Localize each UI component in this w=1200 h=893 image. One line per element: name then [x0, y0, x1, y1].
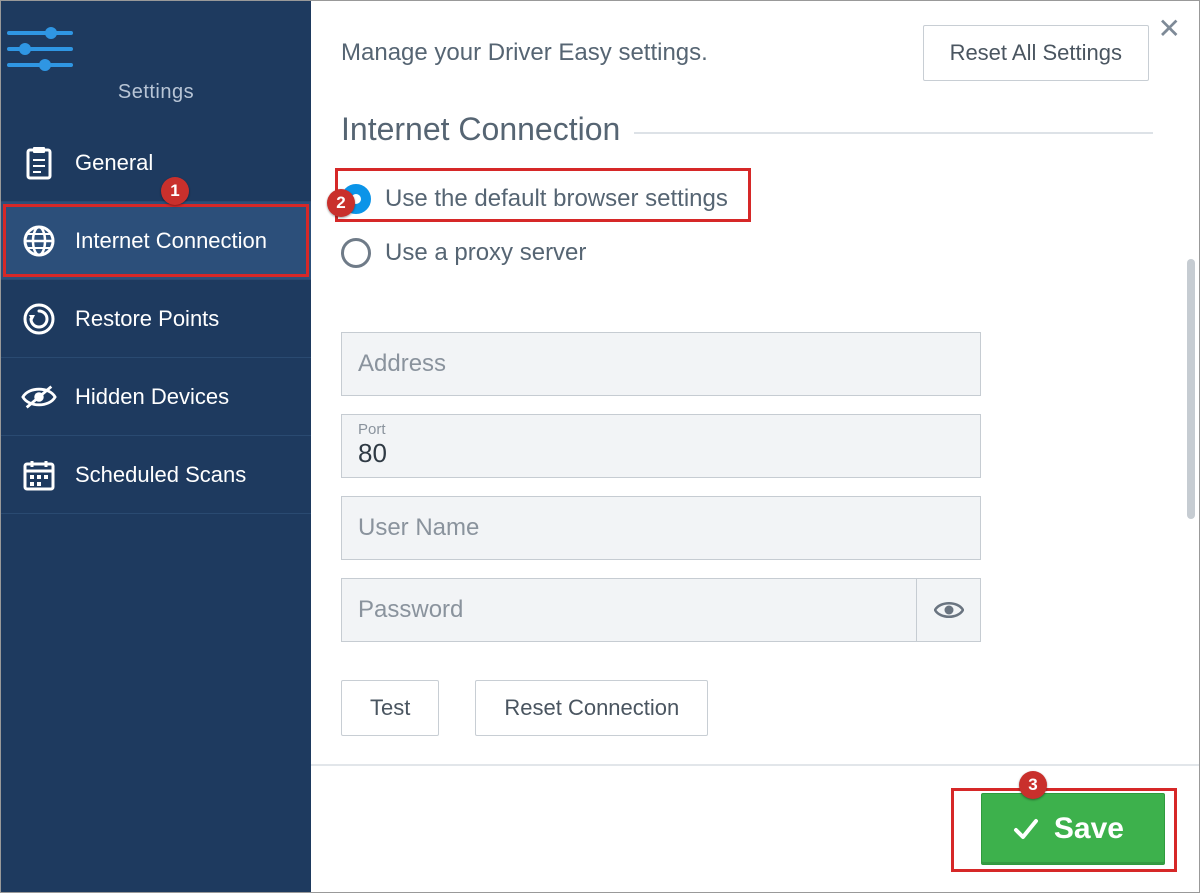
sidebar-item-label: Restore Points — [75, 306, 219, 332]
sidebar-item-label: Scheduled Scans — [75, 462, 246, 488]
sidebar-item-label: General — [75, 150, 153, 176]
sidebar-item-scheduled-scans[interactable]: Scheduled Scans — [1, 436, 311, 514]
section-title: Internet Connection — [341, 111, 620, 148]
sidebar-item-general[interactable]: General — [1, 124, 311, 202]
proxy-form: Port Test Reset Connection — [341, 332, 981, 736]
connection-radio-group: Use the default browser settings Use a p… — [341, 176, 1153, 284]
test-connection-button[interactable]: Test — [341, 680, 439, 736]
section-rule — [634, 132, 1153, 134]
scrollbar[interactable] — [1187, 259, 1195, 519]
close-icon[interactable]: ✕ — [1158, 15, 1181, 43]
check-icon — [1012, 815, 1040, 843]
save-label: Save — [1054, 812, 1124, 846]
radio-label: Use a proxy server — [385, 239, 586, 267]
reset-connection-button[interactable]: Reset Connection — [475, 680, 708, 736]
content: Internet Connection Use the default brow… — [311, 105, 1199, 764]
radio-icon — [341, 238, 371, 268]
sidebar-item-label: Internet Connection — [75, 228, 267, 254]
sidebar: Settings General Internet Connection — [1, 1, 311, 892]
radio-label: Use the default browser settings — [385, 185, 728, 213]
sliders-icon — [1, 23, 79, 75]
port-input[interactable] — [358, 438, 964, 469]
sidebar-item-internet-connection[interactable]: Internet Connection — [1, 202, 311, 280]
address-field[interactable] — [341, 332, 981, 396]
sidebar-title: Settings — [1, 81, 311, 104]
sidebar-item-hidden-devices[interactable]: Hidden Devices — [1, 358, 311, 436]
topbar: Manage your Driver Easy settings. Reset … — [311, 1, 1199, 105]
page-subtitle: Manage your Driver Easy settings. — [341, 39, 708, 67]
globe-icon — [21, 223, 57, 259]
radio-proxy-server[interactable]: Use a proxy server — [341, 230, 1153, 284]
clipboard-icon — [21, 145, 57, 181]
main-panel: ✕ Manage your Driver Easy settings. Rese… — [311, 1, 1199, 892]
password-input[interactable] — [358, 596, 916, 624]
radio-icon — [341, 184, 371, 214]
section-header: Internet Connection — [341, 111, 1153, 148]
address-input[interactable] — [358, 350, 964, 378]
show-password-button[interactable] — [916, 579, 980, 641]
calendar-icon — [21, 457, 57, 493]
footer: Save — [311, 764, 1199, 892]
username-input[interactable] — [358, 514, 964, 542]
port-field[interactable]: Port — [341, 414, 981, 478]
sidebar-item-restore-points[interactable]: Restore Points — [1, 280, 311, 358]
save-button[interactable]: Save — [981, 793, 1165, 865]
eye-icon — [934, 599, 964, 621]
app-window: Settings General Internet Connection — [0, 0, 1200, 893]
connection-buttons: Test Reset Connection — [341, 680, 981, 736]
sidebar-item-label: Hidden Devices — [75, 384, 229, 410]
restore-icon — [21, 301, 57, 337]
eye-off-icon — [21, 379, 57, 415]
sidebar-nav: General Internet Connection Restore Poin… — [1, 124, 311, 514]
sidebar-header: Settings — [1, 1, 311, 124]
reset-all-settings-button[interactable]: Reset All Settings — [923, 25, 1149, 81]
username-field[interactable] — [341, 496, 981, 560]
password-field[interactable] — [341, 578, 981, 642]
radio-default-browser[interactable]: Use the default browser settings — [341, 176, 751, 230]
port-label: Port — [358, 421, 386, 438]
